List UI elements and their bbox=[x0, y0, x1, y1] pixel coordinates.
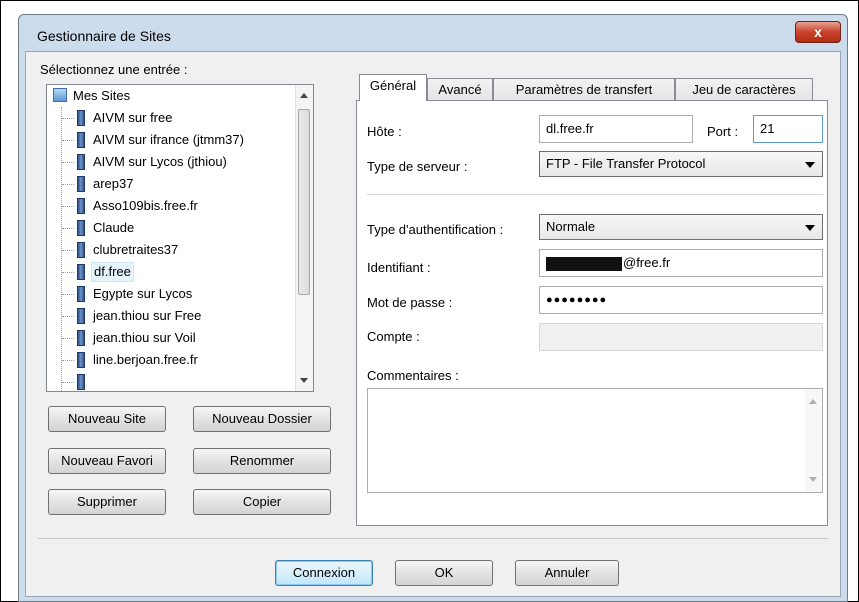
tree-item-label: clubretraites37 bbox=[93, 242, 179, 257]
title-bar: Gestionnaire de Sites x bbox=[19, 15, 847, 51]
tree-item-label: AIVM sur free bbox=[93, 110, 173, 125]
window-title: Gestionnaire de Sites bbox=[37, 28, 171, 44]
delete-button[interactable]: Supprimer bbox=[48, 489, 166, 515]
new-bookmark-button[interactable]: Nouveau Favori bbox=[48, 448, 166, 474]
server-icon bbox=[77, 264, 85, 280]
server-icon bbox=[77, 330, 85, 346]
comments-textarea[interactable] bbox=[367, 388, 823, 493]
auth-type-label: Type d'authentification : bbox=[367, 222, 504, 237]
tree-scrollbar[interactable] bbox=[295, 85, 313, 391]
password-input[interactable]: ●●●●●●●● bbox=[539, 286, 823, 314]
redacted-text bbox=[546, 256, 622, 271]
tree-item-label: line.berjoan.free.fr bbox=[93, 352, 198, 367]
scroll-thumb[interactable] bbox=[298, 109, 310, 295]
comments-scrollbar[interactable] bbox=[805, 389, 822, 492]
scroll-up-icon[interactable] bbox=[809, 399, 817, 404]
tree-item-label: Asso109bis.free.fr bbox=[93, 198, 198, 213]
scroll-down-icon[interactable] bbox=[300, 378, 308, 383]
tab-panel-general: Hôte : dl.free.fr Port : 21 Type de serv… bbox=[356, 100, 828, 526]
folder-icon bbox=[53, 88, 67, 102]
chevron-down-icon bbox=[805, 162, 815, 168]
site-tree[interactable]: Mes Sites AIVM sur free AIVM sur ifrance… bbox=[46, 84, 314, 392]
tree-item-label: Egypte sur Lycos bbox=[93, 286, 193, 301]
server-icon bbox=[77, 198, 85, 214]
tree-item-label: AIVM sur Lycos (jthiou) bbox=[93, 154, 227, 169]
dialog-body: Sélectionnez une entrée : Mes Sites AIVM… bbox=[25, 51, 841, 597]
server-type-select[interactable]: FTP - File Transfer Protocol bbox=[539, 151, 823, 177]
account-label: Compte : bbox=[367, 329, 420, 344]
tree-item-label: df.free bbox=[91, 262, 134, 282]
copy-button[interactable]: Copier bbox=[193, 489, 331, 515]
new-site-button[interactable]: Nouveau Site bbox=[48, 406, 166, 432]
server-icon bbox=[77, 352, 85, 368]
tab-general[interactable]: Général bbox=[359, 74, 427, 101]
site-list-label: Sélectionnez une entrée : bbox=[40, 62, 188, 77]
cancel-button[interactable]: Annuler bbox=[515, 560, 619, 586]
comments-label: Commentaires : bbox=[367, 368, 459, 383]
server-icon bbox=[77, 242, 85, 258]
tab-advanced[interactable]: Avancé bbox=[427, 78, 493, 100]
server-icon bbox=[77, 308, 85, 324]
login-input[interactable]: @free.fr bbox=[539, 249, 823, 277]
server-icon bbox=[77, 220, 85, 236]
separator bbox=[367, 194, 823, 195]
server-icon bbox=[77, 110, 85, 126]
tree-item-label: arep37 bbox=[93, 176, 134, 191]
tree-item-label: jean.thiou sur Voil bbox=[93, 330, 196, 345]
tab-transfer-settings[interactable]: Paramètres de transfert bbox=[493, 78, 675, 100]
password-label: Mot de passe : bbox=[367, 295, 453, 310]
auth-type-select[interactable]: Normale bbox=[539, 214, 823, 240]
footer-separator bbox=[38, 538, 828, 539]
tree-root-label: Mes Sites bbox=[73, 88, 131, 103]
host-input[interactable]: dl.free.fr bbox=[539, 115, 693, 143]
tab-charset[interactable]: Jeu de caractères bbox=[675, 78, 813, 100]
port-input[interactable]: 21 bbox=[753, 115, 823, 143]
server-icon bbox=[77, 154, 85, 170]
login-label: Identifiant : bbox=[367, 260, 431, 275]
server-icon bbox=[77, 132, 85, 148]
scroll-up-icon[interactable] bbox=[300, 93, 308, 98]
host-label: Hôte : bbox=[367, 124, 402, 139]
server-icon bbox=[77, 286, 85, 302]
chevron-down-icon bbox=[805, 225, 815, 231]
server-type-label: Type de serveur : bbox=[367, 159, 468, 174]
tree-item-label: jean.thiou sur Free bbox=[93, 308, 202, 323]
new-folder-button[interactable]: Nouveau Dossier bbox=[193, 406, 331, 432]
tree-item-label: Claude bbox=[93, 220, 135, 235]
scroll-down-icon[interactable] bbox=[809, 477, 817, 482]
site-manager-window: Gestionnaire de Sites x Sélectionnez une… bbox=[18, 14, 848, 602]
server-icon bbox=[77, 176, 85, 192]
tree-item-label: AIVM sur ifrance (jtmm37) bbox=[93, 132, 244, 147]
account-input bbox=[539, 323, 823, 351]
server-icon bbox=[77, 374, 85, 390]
rename-button[interactable]: Renommer bbox=[193, 448, 331, 474]
port-label: Port : bbox=[707, 124, 739, 139]
ok-button[interactable]: OK bbox=[395, 560, 493, 586]
close-button[interactable]: x bbox=[795, 21, 841, 43]
connect-button[interactable]: Connexion bbox=[275, 560, 373, 586]
